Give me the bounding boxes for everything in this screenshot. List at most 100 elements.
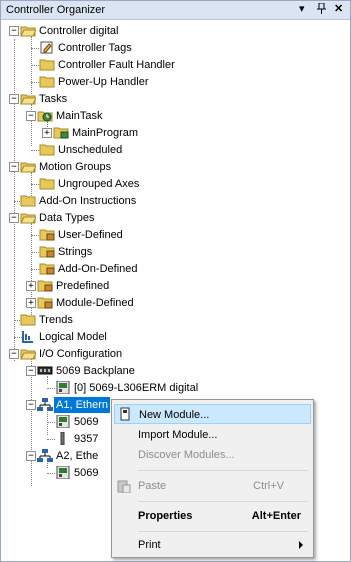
tree-node-user-defined[interactable]: User-Defined [1, 227, 350, 243]
expand-icon[interactable]: + [26, 281, 36, 291]
tree-label: 5069 [74, 416, 99, 428]
menu-item-label: Paste [138, 480, 167, 492]
dropdown-icon[interactable]: ▾ [299, 3, 305, 16]
collapse-icon[interactable]: − [9, 162, 19, 172]
folder-icon [20, 195, 36, 207]
menu-item-properties[interactable]: Properties Alt+Enter [114, 506, 311, 526]
pin-icon[interactable] [317, 2, 326, 18]
tree-node-add-on-defined[interactable]: Add-On-Defined [1, 261, 350, 277]
collapse-icon[interactable]: − [26, 111, 36, 121]
ethernet-network-icon [37, 398, 53, 411]
tree-node-logical-model[interactable]: Logical Model [1, 329, 350, 345]
tags-icon [40, 41, 53, 54]
tree-label: Controller Tags [58, 42, 132, 54]
tree-node-data-types[interactable]: − Data Types [1, 210, 350, 226]
tree-node-add-on-instructions[interactable]: Add-On Instructions [1, 193, 350, 209]
tree-label: A1, Ethern [54, 397, 110, 413]
tree-label: Predefined [56, 280, 110, 292]
tree-label: Strings [58, 246, 93, 258]
menu-item-shortcut: Alt+Enter [251, 510, 301, 522]
tree-node-tasks[interactable]: − Tasks [1, 91, 350, 107]
program-icon [53, 127, 69, 139]
tree-label: MainProgram [72, 127, 139, 139]
folder-icon [39, 59, 55, 71]
tree-label: User-Defined [58, 229, 123, 241]
tree-node-main-task[interactable]: − MainTask [1, 108, 350, 124]
datatype-folder-icon [39, 263, 55, 275]
menu-item-label: Discover Modules... [138, 449, 235, 461]
folder-icon [39, 178, 55, 190]
tree-node-backplane[interactable]: − 5069 Backplane [1, 363, 350, 379]
menu-item-discover-modules[interactable]: Discover Modules... [114, 445, 311, 465]
tree-label: Motion Groups [39, 161, 112, 173]
new-module-icon [120, 407, 130, 421]
tree-label: MainTask [56, 110, 103, 122]
menu-item-label: Properties [138, 510, 193, 522]
menu-item-new-module[interactable]: New Module... [114, 404, 311, 424]
menu-item-label: Import Module... [138, 429, 218, 441]
collapse-icon[interactable]: − [26, 400, 36, 410]
collapse-icon[interactable]: − [9, 349, 19, 359]
folder-icon [39, 144, 55, 156]
tree-label: Logical Model [39, 331, 107, 343]
tree-node-io-configuration[interactable]: − I/O Configuration [1, 346, 350, 362]
tree-label: Controller Fault Handler [58, 59, 175, 71]
tree-label: Data Types [39, 212, 95, 224]
ethernet-network-icon [37, 449, 53, 462]
tree-label: 9357 [74, 433, 99, 445]
folder-open-icon [20, 26, 36, 37]
folder-icon [39, 76, 55, 88]
controller-module-icon [56, 415, 70, 428]
tree-label: Unscheduled [58, 144, 123, 156]
panel-title: Controller Organizer [6, 4, 106, 16]
panel-titlebar: Controller Organizer ▾ ✕ [1, 1, 350, 20]
tree-label: Trends [39, 314, 73, 326]
collapse-icon[interactable]: − [26, 366, 36, 376]
folder-open-icon [20, 162, 36, 173]
menu-item-paste[interactable]: Paste Ctrl+V [114, 476, 311, 496]
tree-label: 5069 Backplane [56, 365, 135, 377]
datatype-folder-icon [37, 280, 53, 292]
folder-open-icon [20, 349, 36, 360]
expand-icon[interactable]: + [26, 298, 36, 308]
controller-module-icon [56, 466, 70, 479]
menu-item-print[interactable]: Print [114, 535, 311, 555]
collapse-icon[interactable]: − [26, 451, 36, 461]
expand-icon[interactable]: + [42, 128, 52, 138]
tree-node-fault-handler[interactable]: Controller Fault Handler [1, 57, 350, 73]
tree-node-powerup-handler[interactable]: Power-Up Handler [1, 74, 350, 90]
collapse-icon[interactable]: − [9, 26, 19, 36]
tree-node-unscheduled[interactable]: Unscheduled [1, 142, 350, 158]
menu-item-label: New Module... [139, 409, 210, 421]
datatype-folder-icon [39, 246, 55, 258]
tree-label: Module-Defined [56, 297, 134, 309]
tree-node-predefined[interactable]: + Predefined [1, 278, 350, 294]
tree-label: I/O Configuration [39, 348, 123, 360]
submenu-arrow-icon [299, 541, 303, 549]
menu-item-import-module[interactable]: Import Module... [114, 425, 311, 445]
tree-label: 5069 [74, 467, 99, 479]
tree-label: Add-On-Defined [58, 263, 138, 275]
collapse-icon[interactable]: − [9, 213, 19, 223]
task-icon [37, 111, 53, 122]
collapse-icon[interactable]: − [9, 94, 19, 104]
tree-node-controller[interactable]: − Controller digital [1, 23, 350, 39]
tree-node-trends[interactable]: Trends [1, 312, 350, 328]
tree-label: Ungrouped Axes [58, 178, 140, 190]
tree-label: Add-On Instructions [39, 195, 137, 207]
context-menu: New Module... Import Module... Discover … [111, 399, 314, 558]
tree-label: Tasks [39, 93, 68, 105]
tree-node-strings[interactable]: Strings [1, 244, 350, 260]
tree-node-motion-groups[interactable]: − Motion Groups [1, 159, 350, 175]
backplane-icon [37, 366, 53, 375]
tree-label: Power-Up Handler [58, 76, 149, 88]
tree-node-controller-tags[interactable]: Controller Tags [1, 40, 350, 56]
menu-separator [138, 501, 308, 502]
menu-separator [138, 531, 308, 532]
tree-node-module-defined[interactable]: + Module-Defined [1, 295, 350, 311]
close-icon[interactable]: ✕ [334, 3, 343, 16]
tree-node-main-program[interactable]: + MainProgram [1, 125, 350, 141]
tree-node-ungrouped-axes[interactable]: Ungrouped Axes [1, 176, 350, 192]
tree-node-controller-module[interactable]: [0] 5069-L306ERM digital [1, 380, 350, 396]
tree-label: Controller digital [39, 25, 119, 37]
